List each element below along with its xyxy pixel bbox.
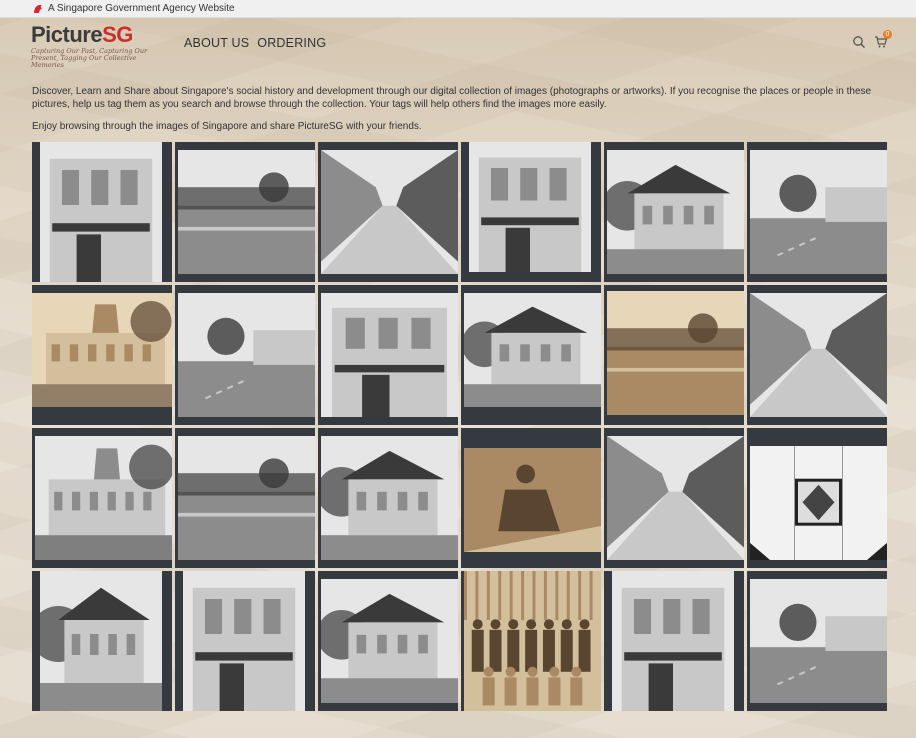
- gallery-tile[interactable]: [32, 142, 172, 282]
- gallery-photo: [607, 436, 744, 560]
- gallery-photo: [612, 571, 734, 711]
- intro-paragraph-1: Discover, Learn and Share about Singapor…: [32, 86, 872, 110]
- gallery-photo: [321, 150, 458, 274]
- gallery-photo: [178, 293, 315, 417]
- gallery-photo: [40, 571, 162, 711]
- gallery-tile[interactable]: [747, 571, 887, 711]
- logo-title-part1: Picture: [31, 22, 103, 47]
- gallery-photo: [321, 436, 458, 560]
- intro-paragraph-2: Enjoy browsing through the images of Sin…: [32, 121, 422, 132]
- intro-text: Discover, Learn and Share about Singapor…: [32, 85, 877, 142]
- gallery-tile[interactable]: [318, 285, 458, 425]
- main-nav: ABOUT US ORDERING: [184, 36, 326, 50]
- gallery-photo: [40, 142, 162, 282]
- gallery-tile[interactable]: [461, 571, 601, 711]
- logo-tagline: Capturing Our Past, Capturing Our Presen…: [31, 47, 148, 69]
- gallery-photo: [750, 579, 887, 703]
- logo-title: PictureSG: [31, 22, 161, 48]
- gallery-photo: [464, 293, 601, 407]
- gallery-tile[interactable]: [747, 428, 887, 568]
- gallery-tile[interactable]: [747, 142, 887, 282]
- gallery-photo: [321, 293, 458, 417]
- gallery-photo: [750, 293, 887, 417]
- cart-count-badge: 0: [883, 30, 892, 39]
- gallery-tile[interactable]: [175, 142, 315, 282]
- gallery-tile[interactable]: [32, 285, 172, 425]
- gallery-tile[interactable]: [604, 428, 744, 568]
- gallery-tile[interactable]: [318, 142, 458, 282]
- picturesg-logo[interactable]: PictureSG Capturing Our Past, Capturing …: [31, 22, 161, 69]
- gallery-tile[interactable]: [604, 571, 744, 711]
- gov-masthead: A Singapore Government Agency Website: [0, 0, 916, 18]
- gallery-photo: [607, 291, 744, 415]
- header-actions: 0: [852, 30, 892, 49]
- gallery-photo: [750, 446, 887, 560]
- gallery-photo: [321, 579, 458, 703]
- gallery-tile[interactable]: [175, 428, 315, 568]
- gov-masthead-text: A Singapore Government Agency Website: [48, 3, 235, 14]
- search-icon[interactable]: [852, 35, 866, 49]
- gallery-photo: [32, 293, 172, 407]
- gallery-tile[interactable]: [32, 571, 172, 711]
- gallery-photo: [35, 436, 172, 560]
- gallery-tile[interactable]: [318, 428, 458, 568]
- gallery-tile[interactable]: [32, 428, 172, 568]
- gallery-tile[interactable]: [747, 285, 887, 425]
- gallery-tile[interactable]: [461, 285, 601, 425]
- gallery-tile[interactable]: [604, 142, 744, 282]
- gallery-photo: [178, 150, 315, 274]
- gallery-tile[interactable]: [318, 571, 458, 711]
- gallery-photo: [464, 448, 601, 552]
- gallery-tile[interactable]: [461, 142, 601, 282]
- gallery-tile[interactable]: [175, 285, 315, 425]
- site-header: PictureSG Capturing Our Past, Capturing …: [0, 18, 916, 78]
- logo-title-part2: SG: [102, 22, 133, 47]
- cart-icon[interactable]: 0: [874, 30, 892, 49]
- gallery-tile[interactable]: [604, 285, 744, 425]
- lion-head-icon: [32, 3, 44, 15]
- nav-about-us[interactable]: ABOUT US: [184, 36, 249, 50]
- gallery-tile[interactable]: [175, 571, 315, 711]
- gallery-photo: [178, 436, 315, 560]
- gallery-photo: [183, 571, 305, 711]
- gallery-photo: [464, 571, 601, 711]
- gallery-photo: [750, 150, 887, 274]
- photo-gallery: [32, 142, 887, 711]
- nav-ordering[interactable]: ORDERING: [257, 36, 326, 50]
- gallery-tile[interactable]: [461, 428, 601, 568]
- gallery-photo: [469, 142, 591, 272]
- gallery-photo: [607, 150, 744, 274]
